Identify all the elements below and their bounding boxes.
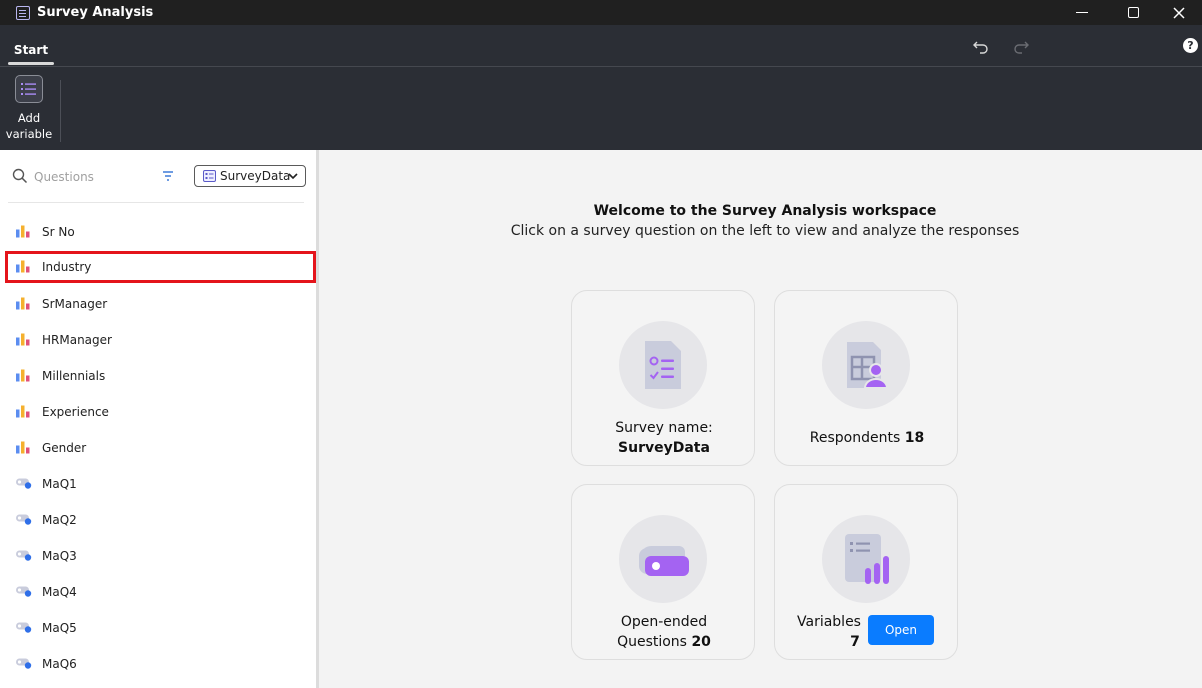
question-label: Experience bbox=[42, 405, 109, 419]
bar-chart-icon bbox=[16, 367, 30, 386]
question-label: MaQ5 bbox=[42, 621, 77, 635]
toggle-icon bbox=[16, 511, 32, 530]
survey-name-label: Survey name: bbox=[615, 420, 713, 436]
add-variable-label: Add variable bbox=[5, 111, 53, 141]
question-label: Gender bbox=[42, 441, 87, 455]
question-label: MaQ6 bbox=[42, 657, 77, 671]
search-divider bbox=[8, 202, 304, 203]
add-variable-button[interactable]: Add variable bbox=[5, 75, 53, 147]
question-label: MaQ1 bbox=[42, 477, 77, 491]
open-ended-card: Open-ended Questions 20 bbox=[571, 484, 755, 660]
question-label: MaQ3 bbox=[42, 549, 77, 563]
question-item[interactable]: SrManager bbox=[5, 289, 316, 319]
respondents-card: Respondents 18 bbox=[774, 290, 958, 466]
tab-start[interactable]: Start bbox=[8, 35, 54, 65]
title-bar: Survey Analysis bbox=[0, 0, 1202, 25]
variables-icon-circle bbox=[822, 515, 910, 603]
question-label: Industry bbox=[42, 260, 92, 274]
bar-chart-icon bbox=[16, 439, 30, 458]
respondents-icon-circle bbox=[822, 321, 910, 409]
toggle-icon bbox=[16, 619, 32, 638]
question-label: MaQ2 bbox=[42, 513, 77, 527]
bar-chart-icon bbox=[16, 405, 30, 418]
toggle-icon bbox=[16, 478, 32, 489]
minimize-icon bbox=[1076, 11, 1088, 14]
filter-icon[interactable] bbox=[162, 170, 174, 182]
bar-chart-icon bbox=[16, 297, 30, 310]
list-icon bbox=[15, 75, 43, 103]
question-label: MaQ4 bbox=[42, 585, 77, 599]
toggle-icon bbox=[16, 475, 32, 494]
search-input[interactable] bbox=[34, 168, 144, 186]
question-label: Sr No bbox=[42, 225, 75, 239]
minimize-button[interactable] bbox=[1059, 0, 1105, 25]
variables-chart-icon bbox=[845, 534, 889, 584]
survey-name-card: Survey name: SurveyData bbox=[571, 290, 755, 466]
toggle-icon bbox=[16, 583, 32, 602]
question-item[interactable]: MaQ3 bbox=[5, 541, 316, 571]
question-label: Millennials bbox=[42, 369, 106, 383]
toggle-icon bbox=[16, 547, 32, 566]
open-ended-count: Questions 20 bbox=[617, 634, 711, 650]
question-item[interactable]: MaQ2 bbox=[5, 505, 316, 535]
bar-chart-icon bbox=[16, 441, 30, 454]
respondents-icon bbox=[847, 342, 889, 389]
close-icon bbox=[1173, 6, 1185, 19]
dataset-select-value: SurveyData bbox=[220, 169, 291, 183]
question-item[interactable]: Gender bbox=[5, 433, 316, 463]
help-icon[interactable]: ? bbox=[1183, 38, 1198, 53]
bar-chart-icon bbox=[16, 223, 30, 242]
survey-name-value: SurveyData bbox=[618, 440, 710, 456]
bar-chart-icon bbox=[16, 295, 30, 314]
bar-chart-icon bbox=[16, 331, 30, 350]
window-title: Survey Analysis bbox=[37, 5, 154, 20]
dataset-select[interactable]: SurveyData bbox=[194, 165, 306, 187]
redo-icon[interactable] bbox=[1012, 39, 1030, 55]
question-label: HRManager bbox=[42, 333, 112, 347]
chevron-down-icon bbox=[288, 173, 298, 180]
toggle-icon bbox=[16, 622, 32, 633]
question-item[interactable]: Industry bbox=[5, 251, 316, 283]
question-label: SrManager bbox=[42, 297, 108, 311]
survey-icon-circle bbox=[619, 321, 707, 409]
dataset-icon bbox=[203, 170, 216, 182]
question-item[interactable]: Millennials bbox=[5, 361, 316, 391]
bar-chart-icon bbox=[16, 403, 30, 422]
bar-chart-icon bbox=[16, 225, 30, 238]
toggle-icon bbox=[16, 655, 32, 674]
bar-chart-icon bbox=[16, 333, 30, 346]
respondents-text: Respondents 18 bbox=[809, 430, 925, 446]
question-item[interactable]: MaQ4 bbox=[5, 577, 316, 607]
close-button[interactable] bbox=[1156, 0, 1202, 25]
question-item[interactable]: Sr No bbox=[5, 217, 316, 247]
maximize-button[interactable] bbox=[1110, 0, 1156, 25]
maximize-icon bbox=[1127, 7, 1139, 18]
question-item[interactable]: HRManager bbox=[5, 325, 316, 355]
question-item[interactable]: Experience bbox=[5, 397, 316, 427]
ribbon-body: Add variable bbox=[0, 67, 1202, 150]
welcome-subtitle: Click on a survey question on the left t… bbox=[510, 223, 1020, 239]
app-icon bbox=[16, 5, 30, 20]
ribbon-separator bbox=[60, 80, 61, 142]
toggle-icon bbox=[16, 586, 32, 597]
toggle-icon bbox=[16, 550, 32, 561]
question-item[interactable]: MaQ6 bbox=[5, 649, 316, 679]
undo-icon[interactable] bbox=[972, 39, 990, 55]
survey-document-icon bbox=[645, 341, 681, 389]
search-icon bbox=[12, 168, 28, 184]
welcome-title: Welcome to the Survey Analysis workspace bbox=[593, 203, 937, 219]
toggle-icon bbox=[16, 658, 32, 669]
bar-chart-icon bbox=[16, 258, 30, 277]
open-ended-icon-circle bbox=[619, 515, 707, 603]
bar-chart-icon bbox=[16, 260, 30, 273]
question-item[interactable]: MaQ1 bbox=[5, 469, 316, 499]
bar-chart-icon bbox=[16, 369, 30, 382]
text-field-icon bbox=[639, 546, 689, 576]
open-ended-label: Open-ended bbox=[620, 614, 708, 630]
open-variables-button[interactable]: Open bbox=[868, 615, 934, 645]
question-item[interactable]: MaQ5 bbox=[5, 613, 316, 643]
toggle-icon bbox=[16, 514, 32, 525]
